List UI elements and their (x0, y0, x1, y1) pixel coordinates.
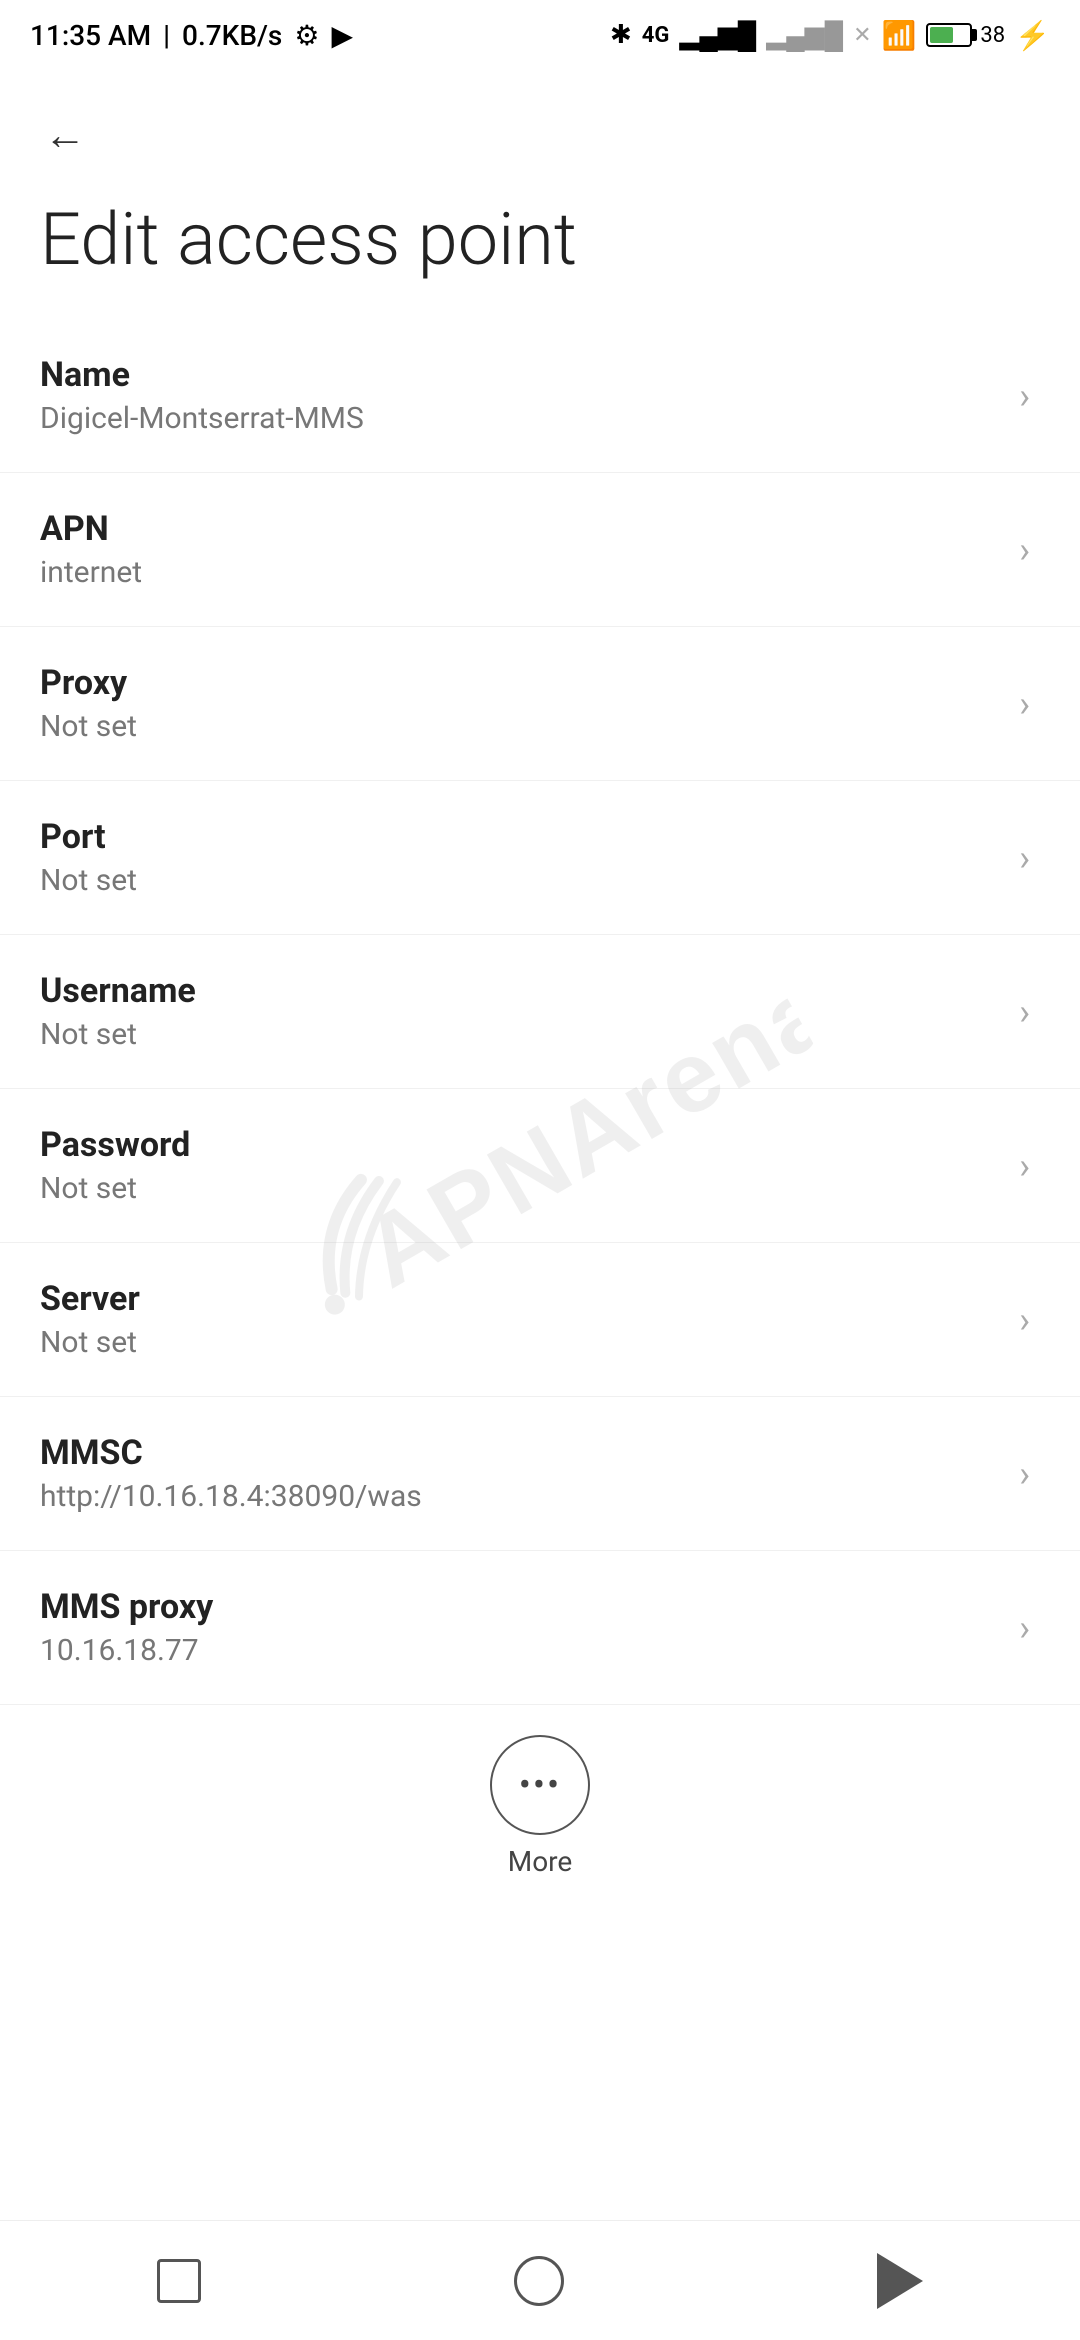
charging-icon: ⚡ (1015, 19, 1050, 52)
bluetooth-icon: ✱ (610, 20, 632, 50)
settings-item-username[interactable]: Username Not set › (0, 935, 1080, 1089)
settings-label: Port (40, 817, 999, 857)
chevron-right-icon: › (1019, 1145, 1030, 1187)
settings-item-mmsc[interactable]: MMSC http://10.16.18.4:38090/was › (0, 1397, 1080, 1551)
status-right: ✱ 4G ▂▄▆█ ▂▄▆█ ✕ 📶 38 ⚡ (610, 19, 1050, 52)
settings-item-apn[interactable]: APN internet › (0, 473, 1080, 627)
settings-icon: ⚙ (294, 19, 319, 52)
settings-item-content: MMS proxy 10.16.18.77 (40, 1587, 999, 1668)
signal-bars2-icon: ▂▄▆█ (766, 20, 843, 51)
settings-label: APN (40, 509, 999, 549)
more-button[interactable]: ••• (490, 1735, 590, 1835)
signal-bars-icon: ▂▄▆█ (679, 20, 756, 51)
settings-list: Name Digicel-Montserrat-MMS › APN intern… (0, 319, 1080, 1705)
chevron-right-icon: › (1019, 529, 1030, 571)
page-title: Edit access point (0, 180, 1080, 319)
settings-item-name[interactable]: Name Digicel-Montserrat-MMS › (0, 319, 1080, 473)
settings-item-content: Name Digicel-Montserrat-MMS (40, 355, 999, 436)
video-icon: ▶ (331, 19, 353, 52)
chevron-right-icon: › (1019, 1453, 1030, 1495)
settings-item-content: Password Not set (40, 1125, 999, 1206)
signal-4g-icon: 4G (642, 23, 670, 48)
settings-value: internet (40, 555, 999, 590)
settings-label: Name (40, 355, 999, 395)
settings-label: MMS proxy (40, 1587, 999, 1627)
no-signal-icon: ✕ (853, 23, 871, 48)
nav-back-button[interactable] (877, 2253, 923, 2309)
speed-display: | (163, 19, 170, 52)
settings-value: Not set (40, 1017, 999, 1052)
more-section: ••• More (0, 1705, 1080, 1898)
status-bar: 11:35 AM | 0.7KB/s ⚙ ▶ ✱ 4G ▂▄▆█ ▂▄▆█ ✕ … (0, 0, 1080, 70)
chevron-right-icon: › (1019, 1299, 1030, 1341)
back-area: ← (0, 70, 1080, 180)
settings-label: Password (40, 1125, 999, 1165)
settings-item-server[interactable]: Server Not set › (0, 1243, 1080, 1397)
navigation-bar (0, 2220, 1080, 2340)
settings-value: Not set (40, 863, 999, 898)
chevron-right-icon: › (1019, 991, 1030, 1033)
chevron-right-icon: › (1019, 683, 1030, 725)
speed-value: 0.7KB/s (182, 19, 282, 52)
settings-label: Server (40, 1279, 999, 1319)
settings-item-content: APN internet (40, 509, 999, 590)
battery-indicator: 38 (926, 23, 1005, 48)
settings-item-port[interactable]: Port Not set › (0, 781, 1080, 935)
settings-item-content: Username Not set (40, 971, 999, 1052)
settings-value: Not set (40, 1171, 999, 1206)
settings-item-content: Port Not set (40, 817, 999, 898)
settings-label: Proxy (40, 663, 999, 703)
chevron-right-icon: › (1019, 837, 1030, 879)
nav-recents-button[interactable] (157, 2259, 201, 2303)
settings-item-content: Proxy Not set (40, 663, 999, 744)
settings-item-proxy[interactable]: Proxy Not set › (0, 627, 1080, 781)
settings-label: MMSC (40, 1433, 999, 1473)
settings-item-content: MMSC http://10.16.18.4:38090/was (40, 1433, 999, 1514)
settings-item-content: Server Not set (40, 1279, 999, 1360)
more-dots-icon: ••• (519, 1764, 561, 1806)
settings-value: Digicel-Montserrat-MMS (40, 401, 999, 436)
settings-item-mms-proxy[interactable]: MMS proxy 10.16.18.77 › (0, 1551, 1080, 1705)
wifi-icon: 📶 (882, 19, 917, 52)
status-left: 11:35 AM | 0.7KB/s ⚙ ▶ (30, 19, 353, 52)
settings-value: Not set (40, 1325, 999, 1360)
back-button[interactable]: ← (30, 100, 100, 170)
settings-item-password[interactable]: Password Not set › (0, 1089, 1080, 1243)
chevron-right-icon: › (1019, 1607, 1030, 1649)
settings-value: 10.16.18.77 (40, 1633, 999, 1668)
settings-value: Not set (40, 709, 999, 744)
settings-value: http://10.16.18.4:38090/was (40, 1479, 999, 1514)
chevron-right-icon: › (1019, 375, 1030, 417)
nav-home-button[interactable] (514, 2256, 564, 2306)
more-label: More (508, 1845, 573, 1878)
back-arrow-icon: ← (44, 111, 86, 160)
settings-label: Username (40, 971, 999, 1011)
time-display: 11:35 AM (30, 19, 151, 52)
